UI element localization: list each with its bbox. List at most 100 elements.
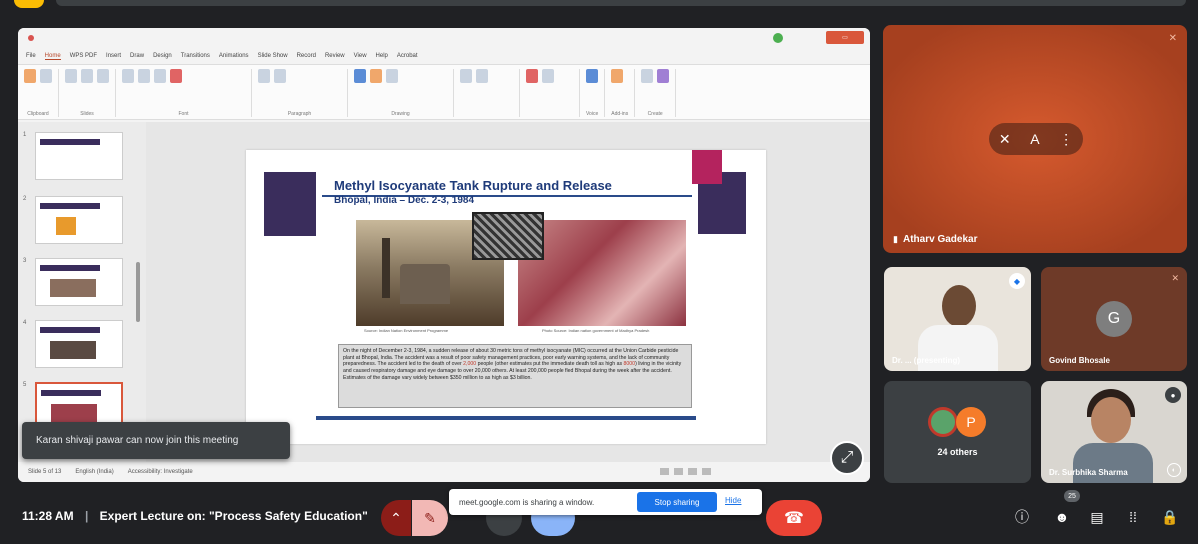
- cut-icon[interactable]: [40, 69, 52, 83]
- ribbon-label: Voice: [586, 111, 599, 117]
- thumb-title-bar: [41, 390, 101, 396]
- fullscreen-expand-icon[interactable]: ⤢: [830, 441, 864, 475]
- pin-icon[interactable]: ✕: [999, 131, 1011, 148]
- menu-help[interactable]: Help: [376, 53, 388, 59]
- reading-view-icon[interactable]: [688, 468, 697, 475]
- chevron-up-icon: ⌃: [390, 509, 402, 526]
- slide-thumbnail[interactable]: [35, 196, 123, 244]
- participant-name: Atharv Gadekar: [903, 234, 978, 245]
- caption-right: Photo Source: Indian nation government o…: [542, 328, 650, 333]
- menu-home[interactable]: Home: [44, 53, 61, 60]
- create-pdf-icon[interactable]: [476, 69, 488, 83]
- chimney-shape: [382, 238, 390, 298]
- menu-file[interactable]: File: [26, 53, 36, 59]
- slide-deco-left: [264, 172, 316, 236]
- shapes-icon[interactable]: [354, 69, 366, 83]
- leave-call-button[interactable]: ☎: [766, 500, 822, 536]
- sign-icon[interactable]: [542, 69, 554, 83]
- menu-acrobat[interactable]: Acrobat: [397, 53, 418, 59]
- chat-button[interactable]: ▤: [1085, 505, 1109, 529]
- ribbon-label: Paragraph: [287, 111, 312, 117]
- participant-face: [942, 285, 976, 327]
- sharing-banner: meet.google.com is sharing a window. Sto…: [449, 489, 762, 515]
- pdf-icon[interactable]: [526, 69, 538, 83]
- share-button[interactable]: ▭: [826, 31, 864, 44]
- participant-tile-video[interactable]: ◆ Dr. ... (presenting): [884, 267, 1031, 371]
- participant-count-badge: 25: [1064, 490, 1080, 502]
- ribbon-group-slides: Slides: [65, 69, 116, 117]
- autosave-icon: [28, 35, 34, 41]
- sharing-message: meet.google.com is sharing a window.: [459, 497, 595, 507]
- people-icon: ☻: [1054, 509, 1070, 525]
- meeting-info-button[interactable]: ⓘ: [1010, 505, 1034, 529]
- designer-icon[interactable]: [641, 69, 654, 83]
- arrange-icon[interactable]: [370, 69, 382, 83]
- menu-design[interactable]: Design: [153, 53, 172, 59]
- ribbon-label: Create: [647, 111, 663, 117]
- menu-insert[interactable]: Insert: [106, 53, 121, 59]
- italic-icon[interactable]: [138, 69, 150, 83]
- align-icon[interactable]: [274, 69, 286, 83]
- shared-presentation-window[interactable]: ▭ File Home WPS PDF Insert Draw Design T…: [18, 28, 870, 482]
- slide-thumbnail[interactable]: [35, 320, 123, 368]
- thumb-image: [56, 217, 76, 235]
- chat-icon: ▤: [1090, 508, 1104, 525]
- audio-options-button[interactable]: ⌃: [381, 500, 411, 536]
- normal-view-icon[interactable]: [660, 468, 669, 475]
- participant-tile-govind[interactable]: ✕ G Govind Bhosale: [1041, 267, 1187, 371]
- participant-initial: A: [1030, 131, 1040, 147]
- menu-view[interactable]: View: [354, 53, 367, 59]
- menu-draw[interactable]: Draw: [130, 53, 144, 59]
- language-indicator[interactable]: English (India): [75, 469, 113, 475]
- menu-animations[interactable]: Animations: [219, 53, 249, 59]
- stop-sharing-button[interactable]: Stop sharing: [637, 492, 717, 512]
- participant-tile-main[interactable]: ✕ ✕ A ⋮ ▮ Atharv Gadekar: [883, 25, 1187, 253]
- menu-slide-show[interactable]: Slide Show: [258, 53, 288, 59]
- menu-record[interactable]: Record: [297, 53, 316, 59]
- slide-thumbnail[interactable]: [35, 258, 123, 306]
- notification-dot: [14, 0, 44, 8]
- pin-icon[interactable]: ◐: [1167, 463, 1181, 477]
- accessibility-status[interactable]: Accessibility: Investigate: [128, 469, 193, 475]
- ribbon-group-drawing: Drawing: [354, 69, 454, 117]
- mic-toggle-button[interactable]: ✎: [412, 500, 448, 536]
- slide-thumbnail[interactable]: [35, 132, 123, 180]
- sorter-view-icon[interactable]: [674, 468, 683, 475]
- paste-icon[interactable]: [24, 69, 36, 83]
- dictate-icon[interactable]: [586, 69, 598, 83]
- current-slide[interactable]: Methyl Isocyanate Tank Rupture and Relea…: [246, 150, 766, 444]
- copilot-icon[interactable]: [657, 69, 670, 83]
- tile-hover-controls[interactable]: ✕ A ⋮: [989, 123, 1083, 155]
- participant-name: Dr. ... (presenting): [892, 356, 961, 365]
- menu-review[interactable]: Review: [325, 53, 345, 59]
- slideshow-view-icon[interactable]: [702, 468, 711, 475]
- new-slide-icon[interactable]: [65, 69, 77, 83]
- slide-footer-rule: [316, 416, 696, 420]
- participant-avatar: G: [1096, 301, 1132, 337]
- ribbon-group-paragraph: Paragraph: [258, 69, 348, 117]
- thumb-image: [50, 279, 96, 297]
- activities-button[interactable]: ⁞⁞: [1121, 505, 1145, 529]
- menu-transitions[interactable]: Transitions: [181, 53, 210, 59]
- section-icon[interactable]: [97, 69, 109, 83]
- thumbnail-scrollbar[interactable]: [136, 262, 140, 322]
- font-color-icon[interactable]: [170, 69, 182, 83]
- underline-icon[interactable]: [154, 69, 166, 83]
- slide-number: 4: [23, 320, 27, 326]
- menu-wps-pdf[interactable]: WPS PDF: [70, 53, 97, 59]
- quick-styles-icon[interactable]: [386, 69, 398, 83]
- more-options-icon[interactable]: ●: [1165, 387, 1181, 403]
- bold-icon[interactable]: [122, 69, 134, 83]
- addins-icon[interactable]: [611, 69, 624, 83]
- layout-icon[interactable]: [81, 69, 93, 83]
- slide-number: 5: [23, 382, 27, 388]
- people-button[interactable]: ☻: [1050, 505, 1074, 529]
- hide-banner-link[interactable]: Hide: [725, 496, 741, 505]
- user-avatar[interactable]: [773, 33, 783, 43]
- bullets-icon[interactable]: [258, 69, 270, 83]
- participant-tile-video[interactable]: ● Dr. Surbhika Sharma ◐: [1041, 381, 1187, 483]
- others-tile[interactable]: P 24 others: [884, 381, 1031, 483]
- more-options-icon[interactable]: ⋮: [1059, 131, 1073, 148]
- find-icon[interactable]: [460, 69, 472, 83]
- host-controls-button[interactable]: 🔒: [1158, 505, 1182, 529]
